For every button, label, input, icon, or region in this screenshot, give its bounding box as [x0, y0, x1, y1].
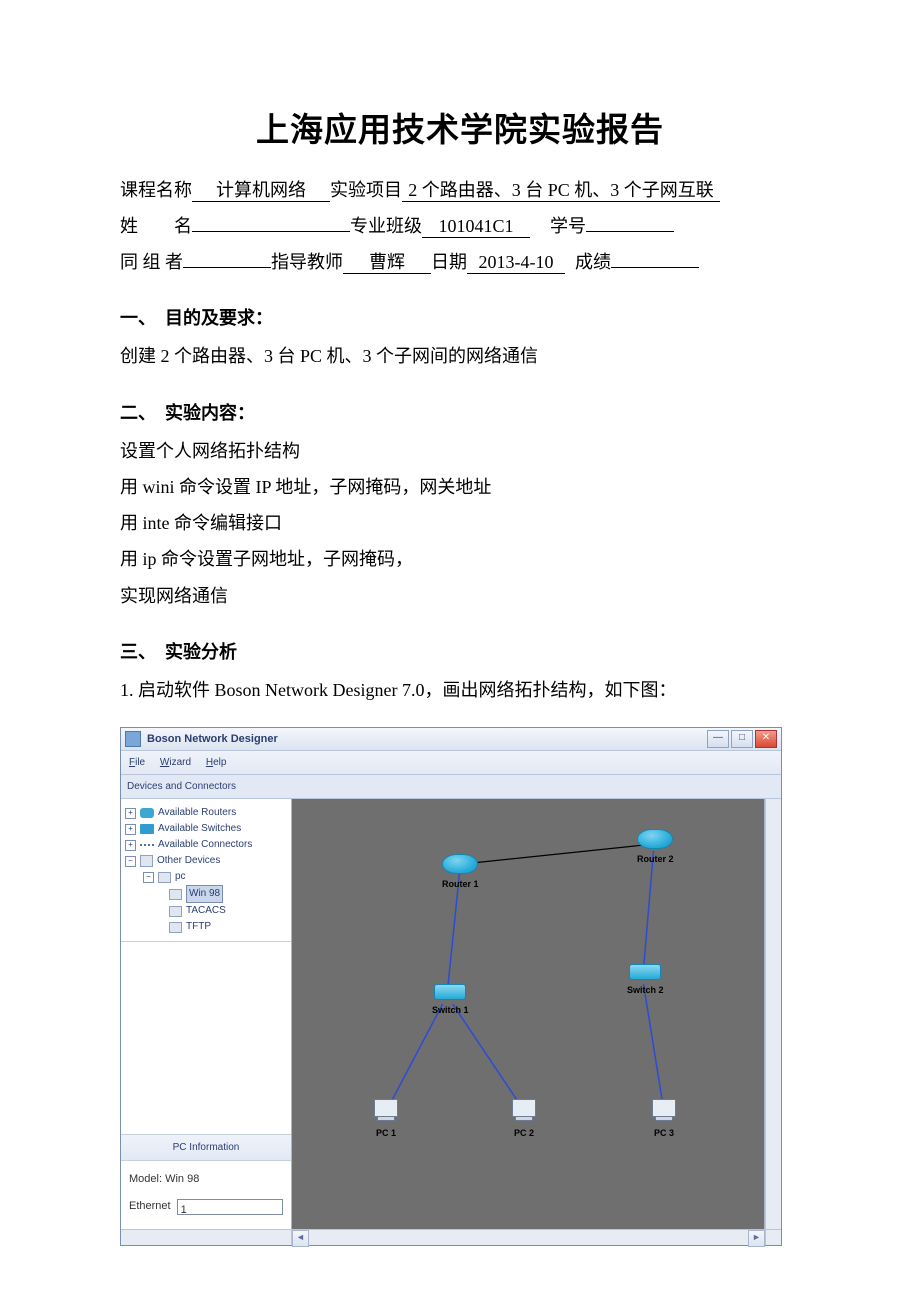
titlebar[interactable]: Boson Network Designer — □ ✕ — [121, 728, 781, 751]
section-3-p1: 1. 启动软件 Boson Network Designer 7.0，画出网络拓… — [120, 673, 800, 707]
tree-tacacs[interactable]: TACACS — [125, 903, 287, 919]
tree-routers[interactable]: +Available Routers — [125, 805, 287, 821]
topology-canvas[interactable]: Router 1 Router 2 Switch 1 Switch 2 PC 1 — [292, 799, 765, 1229]
vertical-scrollbar[interactable] — [765, 799, 781, 1229]
section-2-head: 二、 实验内容： — [120, 396, 800, 430]
router-icon — [637, 829, 673, 849]
tree-tftp[interactable]: TFTP — [125, 919, 287, 935]
tree-switches[interactable]: +Available Switches — [125, 821, 287, 837]
window-title: Boson Network Designer — [147, 729, 707, 750]
tree-other[interactable]: −Other Devices — [125, 853, 287, 869]
menubar: FFileile Wizard Help — [121, 751, 781, 775]
pc-info-header: PC Information — [121, 1134, 291, 1161]
pc-info-eth-label: Ethernet — [129, 1196, 171, 1217]
section-2-p5: 实现网络通信 — [120, 579, 800, 613]
report-title: 上海应用技术学院实验报告 — [120, 100, 800, 163]
scroll-right-button[interactable]: ► — [748, 1230, 765, 1247]
device-icon — [140, 855, 153, 867]
pc-info-eth-value[interactable]: 1 — [177, 1199, 283, 1215]
pc-icon — [169, 906, 182, 917]
tree-win98[interactable]: Win 98 — [125, 885, 287, 903]
pc-info-body: Model: Win 98 Ethernet 1 — [121, 1161, 291, 1229]
node-switch2[interactable]: Switch 2 — [627, 964, 664, 999]
menu-help[interactable]: Help — [206, 757, 227, 768]
menu-file[interactable]: FFileile — [129, 757, 145, 768]
meta-line-2: 姓 名 专业班级101041C1 学号 — [120, 209, 800, 243]
pc-icon — [169, 889, 182, 900]
close-button[interactable]: ✕ — [755, 730, 777, 748]
section-2-p3: 用 inte 命令编辑接口 — [120, 506, 800, 540]
node-pc2[interactable]: PC 2 — [512, 1099, 536, 1142]
pc-icon — [158, 872, 171, 883]
node-router2[interactable]: Router 2 — [637, 829, 674, 868]
minimize-button[interactable]: — — [707, 730, 729, 748]
node-pc1[interactable]: PC 1 — [374, 1099, 398, 1142]
switch-icon — [140, 824, 154, 834]
pc-icon — [512, 1099, 536, 1117]
devices-header: Devices and Connectors — [121, 775, 781, 799]
horizontal-scrollbar[interactable]: ◄ ► — [121, 1229, 781, 1245]
pc-icon — [169, 922, 182, 933]
section-2-p2: 用 wini 命令设置 IP 地址，子网掩码，网关地址 — [120, 470, 800, 504]
meta-line-1: 课程名称计算机网络 实验项目2 个路由器、3 台 PC 机、3 个子网互联 — [120, 173, 800, 207]
router-icon — [442, 854, 478, 874]
section-1-head: 一、 目的及要求： — [120, 301, 800, 335]
switch-icon — [434, 984, 466, 1000]
router-icon — [140, 808, 154, 818]
section-1-p1: 创建 2 个路由器、3 台 PC 机、3 个子网间的网络通信 — [120, 339, 800, 373]
maximize-button[interactable]: □ — [731, 730, 753, 748]
node-switch1[interactable]: Switch 1 — [432, 984, 469, 1019]
tree-connectors[interactable]: +Available Connectors — [125, 837, 287, 853]
connector-icon — [140, 844, 154, 846]
node-router1[interactable]: Router 1 — [442, 854, 479, 893]
switch-icon — [629, 964, 661, 980]
section-2-p1: 设置个人网络拓扑结构 — [120, 434, 800, 468]
app-icon — [125, 731, 141, 747]
tree-pc[interactable]: −pc — [125, 869, 287, 885]
section-2-p4: 用 ip 命令设置子网地址，子网掩码， — [120, 542, 800, 576]
menu-wizard[interactable]: Wizard — [160, 757, 191, 768]
wires — [292, 799, 764, 1229]
section-3-head: 三、 实验分析 — [120, 635, 800, 669]
pc-icon — [652, 1099, 676, 1117]
scroll-left-button[interactable]: ◄ — [292, 1230, 309, 1247]
sidebar: +Available Routers +Available Switches +… — [121, 799, 292, 1229]
app-window: Boson Network Designer — □ ✕ FFileile Wi… — [120, 727, 782, 1246]
node-pc3[interactable]: PC 3 — [652, 1099, 676, 1142]
pc-info-model: Model: Win 98 — [129, 1169, 283, 1190]
device-tree[interactable]: +Available Routers +Available Switches +… — [121, 799, 291, 942]
meta-line-3: 同 组 者 指导教师曹辉 日期2013-4-10 成绩 — [120, 245, 800, 279]
pc-icon — [374, 1099, 398, 1117]
